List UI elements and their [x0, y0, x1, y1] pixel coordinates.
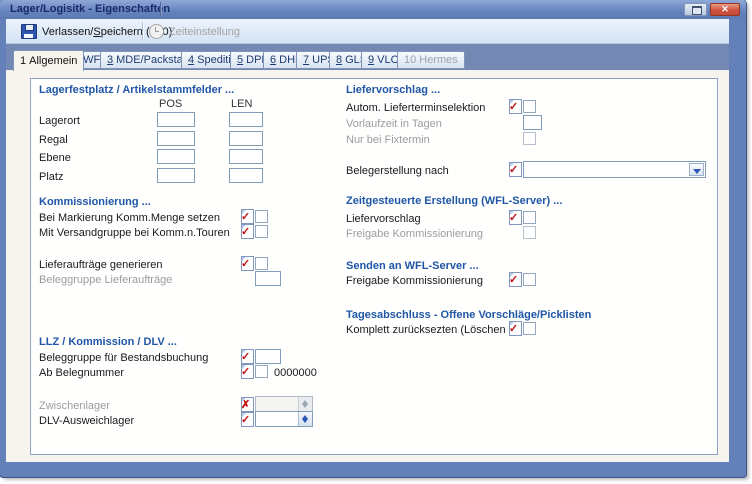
tab-strip: 1Allgemein 2WFL 3MDE/Packstation 4Spedit… — [6, 44, 729, 70]
label-platz: Platz — [39, 171, 63, 183]
checkbox-komm-menge-setzen[interactable] — [255, 210, 268, 223]
field-status-x-icon[interactable] — [241, 397, 254, 412]
field-status-check-icon[interactable] — [241, 256, 254, 271]
toolbar-separator — [142, 22, 143, 40]
toolbar: Verlassen/Speichern (F10) Zeiteinstellun… — [6, 19, 729, 44]
checkbox-nur-bei-fixtermin — [523, 132, 536, 145]
input-beleggruppe-lieferauftraege[interactable] — [255, 271, 281, 286]
section-title-zeitgesteuerte-erstellung: Zeitgesteuerte Erstellung (WFL-Server) .… — [346, 195, 562, 207]
input-ebene-pos[interactable] — [157, 149, 195, 164]
label-vorlaufzeit: Vorlaufzeit in Tagen — [346, 118, 442, 130]
field-status-check-icon[interactable] — [509, 162, 522, 177]
input-platz-pos[interactable] — [157, 168, 195, 183]
field-status-check-icon[interactable] — [241, 209, 254, 224]
label-nur-bei-fixtermin: Nur bei Fixtermin — [346, 134, 430, 146]
close-button[interactable]: ✕ — [710, 3, 740, 16]
checkbox-komplett-zuruecksetzen[interactable] — [523, 322, 536, 335]
field-status-check-icon[interactable] — [241, 349, 254, 364]
field-status-check-icon[interactable] — [509, 99, 522, 114]
checkbox-liefervorschlag[interactable] — [523, 211, 536, 224]
label-dlv-ausweichlager: DLV-Ausweichlager — [39, 415, 134, 427]
section-title-llz: LLZ / Kommission / DLV ... — [39, 336, 177, 348]
input-ebene-len[interactable] — [229, 149, 263, 164]
field-status-check-icon[interactable] — [241, 364, 254, 379]
value-ab-belegnummer: 0000000 — [274, 367, 317, 379]
checkbox-freigabe-kommissionierung-zeit — [523, 226, 536, 239]
label-ab-belegnummer: Ab Belegnummer — [39, 367, 124, 379]
section-title-senden-wfl: Senden an WFL-Server ... — [346, 260, 479, 272]
titlebar: Lager/Logisitk - Eigenschaften ✕ — [0, 0, 746, 19]
chevron-down-icon[interactable] — [689, 163, 704, 176]
label-lieferauftraege-generieren: Lieferaufträge generieren — [39, 259, 163, 271]
label-lagerort: Lagerort — [39, 115, 80, 127]
checkbox-versandgruppe-touren[interactable] — [255, 225, 268, 238]
field-status-check-icon[interactable] — [509, 210, 522, 225]
label-liefervorschlag: Liefervorschlag — [346, 213, 421, 225]
time-settings-button: Zeiteinstellung — [149, 22, 240, 41]
spinner-zwischenlager — [255, 396, 313, 412]
clock-icon — [149, 24, 164, 39]
maximize-button[interactable] — [684, 3, 707, 16]
spinner-dlv-ausweichlager[interactable] — [255, 411, 313, 427]
app-window: Lager/Logisitk - Eigenschaften ✕ Verlass… — [0, 0, 746, 477]
time-settings-label: Zeiteinstellung — [169, 26, 240, 38]
input-beleggruppe-bestandsbuchung[interactable] — [255, 349, 281, 364]
input-regal-len[interactable] — [229, 131, 263, 146]
input-vorlaufzeit[interactable] — [523, 115, 542, 130]
input-regal-pos[interactable] — [157, 131, 195, 146]
section-title-liefervorschlag: Liefervorschlag ... — [346, 84, 440, 96]
field-status-check-icon[interactable] — [509, 321, 522, 336]
input-lagerort-len[interactable] — [229, 112, 263, 127]
checkbox-autom-lieferterminselektion[interactable] — [523, 100, 536, 113]
field-status-check-icon[interactable] — [241, 224, 254, 239]
checkbox-ab-belegnummer[interactable] — [255, 365, 268, 378]
label-regal: Regal — [39, 134, 68, 146]
column-header-len: LEN — [231, 98, 252, 110]
dropdown-belegerstellung-nach[interactable] — [523, 161, 706, 178]
checkbox-lieferauftraege-generieren[interactable] — [255, 257, 268, 270]
form-panel: Lagerfestplatz / Artikelstammfelder ... … — [30, 78, 718, 455]
section-title-kommissionierung: Kommissionierung ... — [39, 196, 151, 208]
section-title-lagerfestplatz: Lagerfestplatz / Artikelstammfelder ... — [39, 84, 234, 96]
label-versandgruppe-touren: Mit Versandgruppe bei Komm.n.Touren — [39, 227, 230, 239]
checkbox-freigabe-kommissionierung-senden[interactable] — [523, 273, 536, 286]
label-beleggruppe-bestandsbuchung: Beleggruppe für Bestandsbuchung — [39, 352, 208, 364]
label-zwischenlager: Zwischenlager — [39, 400, 110, 412]
spinner-arrows-icon[interactable] — [298, 412, 312, 426]
label-komplett-zuruecksetzen: Komplett zurücksezten (Löschen — [346, 324, 506, 336]
section-title-tagesabschluss: Tagesabschluss - Offene Vorschläge/Pickl… — [346, 309, 591, 321]
label-beleggruppe-lieferauftraege: Beleggruppe Lieferaufträge — [39, 274, 172, 286]
tab-allgemein[interactable]: 1Allgemein — [13, 50, 84, 71]
label-freigabe-kommissionierung-zeit: Freigabe Kommissionierung — [346, 228, 483, 240]
label-belegerstellung-nach: Belegerstellung nach — [346, 165, 449, 177]
label-freigabe-kommissionierung-senden: Freigabe Kommissionierung — [346, 275, 483, 287]
field-status-check-icon[interactable] — [241, 412, 254, 427]
titlebar-divider — [160, 2, 161, 16]
label-autom-lieferterminselektion: Autom. Lieferterminselektion — [346, 102, 485, 114]
spinner-arrows-icon — [298, 397, 312, 411]
tab-page-allgemein: Lagerfestplatz / Artikelstammfelder ... … — [6, 70, 729, 462]
field-status-check-icon[interactable] — [509, 272, 522, 287]
label-ebene: Ebene — [39, 152, 71, 164]
save-icon — [21, 24, 37, 39]
maximize-icon — [692, 6, 702, 15]
column-header-pos: POS — [159, 98, 182, 110]
tab-hermes: 10Hermes — [397, 51, 465, 69]
input-lagerort-pos[interactable] — [157, 112, 195, 127]
window-title: Lager/Logisitk - Eigenschaften — [10, 3, 170, 15]
input-platz-len[interactable] — [229, 168, 263, 183]
label-komm-menge-setzen: Bei Markierung Komm.Menge setzen — [39, 212, 220, 224]
